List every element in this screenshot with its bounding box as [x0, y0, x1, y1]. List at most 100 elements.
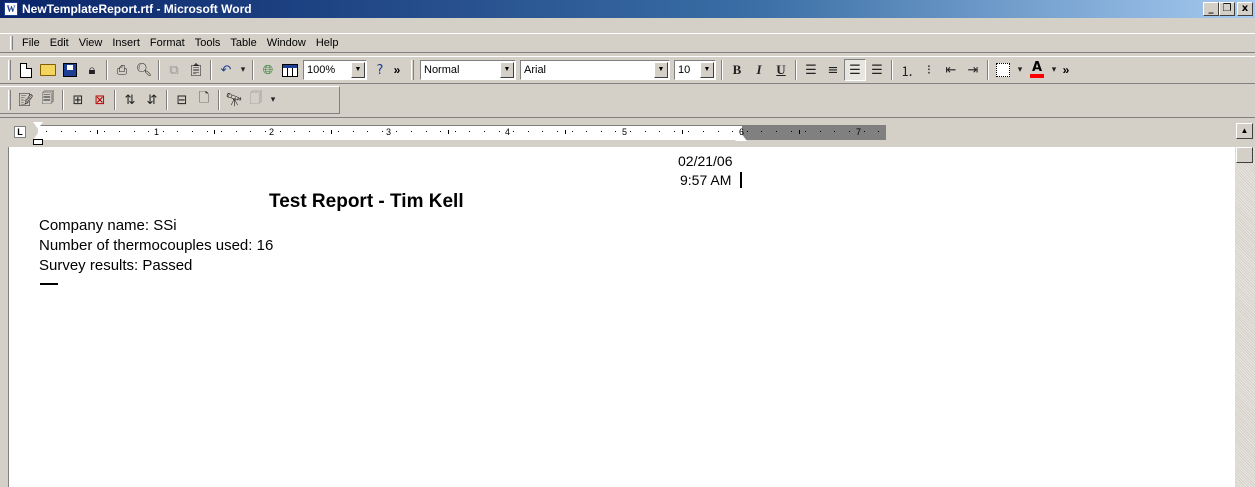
arrow-up-icon: ▲ — [1240, 126, 1249, 135]
open-button[interactable] — [37, 59, 59, 81]
sort-descending-button[interactable]: ⇵ — [141, 89, 163, 111]
menu-format[interactable]: Format — [145, 37, 190, 49]
tab-selector-button[interactable]: L — [14, 126, 26, 138]
menu-file[interactable]: File — [17, 37, 45, 49]
close-button[interactable]: x — [1237, 2, 1253, 16]
toolbar-separator — [62, 90, 64, 110]
chevron-down-icon[interactable]: ▼ — [500, 62, 514, 78]
print-preview-button[interactable]: 🔍︎ — [133, 59, 155, 81]
align-center-button[interactable]: ≡ — [822, 59, 844, 81]
sort-ascending-button[interactable]: ⇅ — [119, 89, 141, 111]
increase-indent-button[interactable]: ⇥ — [962, 59, 984, 81]
toolbar-separator — [252, 60, 254, 80]
ruler-dot — [469, 131, 470, 132]
font-color-dropdown-button[interactable]: ▾ — [1048, 59, 1060, 81]
ruler-dot — [177, 131, 178, 132]
undo-dropdown-button[interactable]: ▾ — [237, 59, 249, 81]
ruler-dot — [732, 131, 733, 132]
menu-window[interactable]: Window — [262, 37, 311, 49]
window-controls: _ ❐ x — [1203, 2, 1253, 16]
ruler-number: 7 — [856, 127, 862, 137]
ruler-right-margin — [742, 125, 886, 140]
update-field-button[interactable]: 🗋︎ — [193, 89, 215, 111]
paste-button[interactable]: 📋︎ — [185, 59, 207, 81]
print-button[interactable]: ⎙ — [111, 59, 133, 81]
insert-hyperlink-button[interactable]: 🌐︎ — [257, 59, 279, 81]
borders-button[interactable] — [992, 59, 1014, 81]
toolbar-grip[interactable] — [411, 60, 414, 80]
toolbar-grip[interactable] — [8, 60, 11, 80]
undo-button[interactable]: ↶ — [215, 59, 237, 81]
sort-descending-icon: ⇵ — [146, 92, 158, 108]
font-color-button[interactable]: A — [1026, 59, 1048, 81]
toolbar-overflow-chevron[interactable]: » — [1060, 63, 1072, 77]
update-field-icon: 🗋︎ — [198, 91, 210, 106]
permission-button[interactable]: 🔒︎ — [81, 59, 103, 81]
italic-button[interactable]: I — [748, 59, 770, 81]
ruler-number: 1 — [154, 127, 160, 137]
border-icon — [996, 63, 1010, 77]
help-button[interactable]: ? — [369, 59, 391, 81]
add-record-button[interactable]: ⊞ — [67, 89, 89, 111]
menu-insert[interactable]: Insert — [107, 37, 145, 49]
menu-view[interactable]: View — [74, 37, 108, 49]
insert-database-icon: ⊟ — [176, 92, 188, 108]
left-indent-marker[interactable] — [33, 139, 43, 145]
scroll-up-button[interactable]: ▲ — [1236, 123, 1253, 139]
database-toolbar-dropdown[interactable]: ▾ — [267, 89, 279, 111]
ruler-tick — [97, 130, 98, 134]
new-document-button[interactable] — [15, 59, 37, 81]
chevron-down-icon[interactable]: ▼ — [654, 62, 668, 78]
mail-merge-main-button[interactable]: 🗍︎ — [245, 89, 267, 111]
toolbar-separator — [987, 60, 989, 80]
insert-database-button[interactable]: ⊟ — [171, 89, 193, 111]
company-name-line: Company name: SSi — [39, 217, 177, 234]
ruler-dot — [791, 131, 792, 132]
chevron-down-icon[interactable]: ▼ — [351, 62, 365, 78]
first-line-indent-marker[interactable] — [33, 122, 43, 129]
save-button[interactable] — [59, 59, 81, 81]
vertical-scrollbar[interactable]: ▲ — [1235, 123, 1255, 487]
bold-button[interactable]: B — [726, 59, 748, 81]
toolbar-separator — [218, 90, 220, 110]
underline-button[interactable]: U — [770, 59, 792, 81]
menu-tools[interactable]: Tools — [190, 37, 226, 49]
scroll-thumb[interactable] — [1236, 147, 1253, 163]
chevron-down-icon[interactable]: ▼ — [700, 62, 714, 78]
menu-table[interactable]: Table — [225, 37, 261, 49]
insert-table-button[interactable] — [279, 59, 301, 81]
numbering-button[interactable]: ⒈ — [896, 59, 918, 81]
text-caret — [740, 172, 742, 188]
print-preview-icon: 🔍︎ — [135, 62, 153, 78]
font-size-select[interactable]: 10 ▼ — [674, 60, 716, 80]
find-record-button[interactable]: 🔭︎ — [223, 89, 245, 111]
document-page[interactable]: 02/21/06 9:57 AM Test Report - Tim Kell … — [8, 147, 1235, 487]
menu-help[interactable]: Help — [311, 37, 344, 49]
copy-button[interactable]: ⧉ — [163, 59, 185, 81]
menu-bar-grip[interactable] — [10, 36, 13, 50]
toolbar-separator — [114, 90, 116, 110]
justify-button[interactable]: ☰ — [866, 59, 888, 81]
add-record-icon: ⊞ — [72, 92, 84, 108]
borders-dropdown-button[interactable]: ▾ — [1014, 59, 1026, 81]
maximize-button[interactable]: ❐ — [1219, 2, 1235, 16]
menu-edit[interactable]: Edit — [45, 37, 74, 49]
zoom-select[interactable]: 100% ▼ — [303, 60, 367, 80]
bullets-button[interactable]: ⁝ — [918, 59, 940, 81]
manage-fields-button[interactable]: 🗐︎ — [37, 89, 59, 111]
ruler-number: 3 — [386, 127, 392, 137]
data-form-button[interactable]: 📝︎ — [15, 89, 37, 111]
align-right-button[interactable]: ☰ — [844, 59, 866, 81]
toolbar-grip[interactable] — [8, 90, 11, 110]
delete-record-button[interactable]: ⊠ — [89, 89, 111, 111]
ruler-dot — [192, 131, 193, 132]
align-left-button[interactable]: ☰ — [800, 59, 822, 81]
permission-icon: 🔒︎ — [88, 62, 96, 78]
style-select[interactable]: Normal ▼ — [420, 60, 516, 80]
toolbar-overflow-chevron[interactable]: » — [391, 63, 403, 77]
decrease-indent-button[interactable]: ⇤ — [940, 59, 962, 81]
font-select[interactable]: Arial ▼ — [520, 60, 670, 80]
ruler-dot — [484, 131, 485, 132]
word-app-icon[interactable]: W — [4, 2, 18, 16]
minimize-button[interactable]: _ — [1203, 2, 1219, 16]
